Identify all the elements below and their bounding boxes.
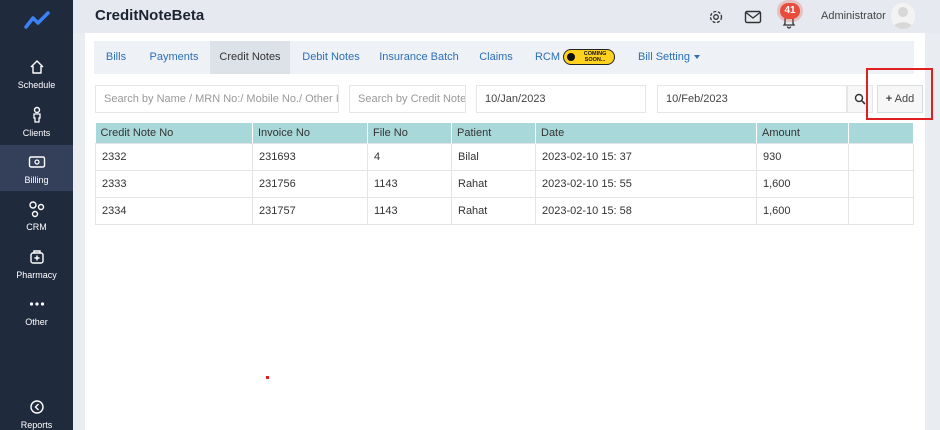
table-cell: [848, 169, 914, 198]
tab-bar: Bills Payments Credit Notes Debit Notes …: [94, 41, 914, 74]
sidebar-item-clients[interactable]: Clients: [0, 98, 73, 144]
coming-soon-line2: SOON...: [584, 57, 606, 64]
table-row[interactable]: 2332 231693 4 Bilal 2023-02-10 15: 37 93…: [95, 142, 914, 171]
settings-gear-icon[interactable]: [706, 7, 726, 27]
mail-icon[interactable]: [743, 7, 763, 27]
table-row[interactable]: 2334 231757 1143 Rahat 2023-02-10 15: 58…: [95, 196, 914, 225]
notifications-button[interactable]: 41: [773, 2, 805, 32]
more-icon: [29, 294, 45, 314]
table-cell: 4: [367, 142, 452, 171]
sidebar-item-label: CRM: [26, 221, 47, 232]
table-cell: Rahat: [451, 196, 536, 225]
tab-bill-setting[interactable]: Bill Setting: [634, 41, 704, 74]
sidebar-item-billing[interactable]: Billing: [0, 145, 73, 191]
table-cell: 2023-02-10 15: 55: [535, 169, 757, 198]
column-header[interactable]: Date: [535, 123, 757, 143]
table-row[interactable]: 2333 231756 1143 Rahat 2023-02-10 15: 55…: [95, 169, 914, 198]
column-header[interactable]: Invoice No: [252, 123, 368, 143]
sidebar-item-label: Schedule: [17, 79, 56, 90]
top-header: CreditNoteBeta 41 Administrator: [73, 0, 940, 33]
table-cell: [848, 196, 914, 225]
home-icon: [29, 57, 45, 77]
table-header-row: Credit Note No Invoice No File No Patien…: [95, 123, 914, 143]
table-cell: 1,600: [756, 196, 849, 225]
megaphone-icon: [567, 53, 576, 62]
table-cell: Bilal: [451, 142, 536, 171]
column-header[interactable]: Amount: [756, 123, 849, 143]
stray-mark: [266, 376, 269, 379]
sidebar-item-pharmacy[interactable]: Pharmacy: [0, 240, 73, 286]
table-cell: 2332: [95, 142, 253, 171]
crm-icon: [28, 199, 46, 219]
reports-icon: [29, 397, 45, 417]
sidebar-item-label: Billing: [24, 174, 49, 185]
to-date-field[interactable]: 10/Feb/2023: [657, 85, 847, 113]
search-icon: [854, 93, 866, 105]
column-header[interactable]: File No: [367, 123, 452, 143]
table-cell: 1,600: [756, 169, 849, 198]
table-cell: 1143: [367, 196, 452, 225]
person-icon: [29, 105, 45, 125]
billing-icon: [28, 152, 46, 172]
table-cell: 1143: [367, 169, 452, 198]
sidebar-item-label: Other: [25, 316, 48, 327]
annotation-highlight-box: [866, 68, 933, 120]
column-header[interactable]: Credit Note No: [95, 123, 253, 143]
from-date-field[interactable]: 10/Jan/2023: [476, 85, 646, 113]
avatar[interactable]: [891, 3, 915, 29]
sidebar: Schedule Clients Billing CRM Pharmacy Ot…: [0, 0, 73, 430]
page-title: CreditNoteBeta: [95, 7, 205, 24]
notification-badge: 41: [780, 3, 800, 19]
column-header[interactable]: Patient: [451, 123, 536, 143]
credit-note-search-input[interactable]: Search by Credit Note: [349, 85, 466, 113]
sidebar-item-label: Clients: [22, 127, 51, 138]
table-cell: 2333: [95, 169, 253, 198]
main-content: Bills Payments Credit Notes Debit Notes …: [85, 33, 933, 430]
sidebar-item-schedule[interactable]: Schedule: [0, 50, 73, 96]
tab-claims[interactable]: Claims: [474, 41, 518, 74]
table-cell: 231757: [252, 196, 368, 225]
sidebar-item-reports[interactable]: Reports: [0, 390, 73, 430]
table-cell: 930: [756, 142, 849, 171]
table-cell: 2334: [95, 196, 253, 225]
table-cell: 231756: [252, 169, 368, 198]
tab-debit-notes[interactable]: Debit Notes: [296, 41, 366, 74]
tab-insurance-batch[interactable]: Insurance Batch: [376, 41, 462, 74]
tab-bill-setting-label: Bill Setting: [638, 51, 690, 63]
tab-rcm-label: RCM: [534, 51, 560, 63]
column-header: [848, 123, 914, 143]
tab-payments[interactable]: Payments: [144, 41, 204, 74]
chevron-down-icon: [693, 55, 700, 60]
tab-rcm[interactable]: RCM COMING SOON...: [530, 41, 620, 74]
app-logo[interactable]: [0, 0, 73, 40]
tab-credit-notes[interactable]: Credit Notes: [210, 41, 290, 74]
pharmacy-icon: [29, 247, 45, 267]
table-cell: 2023-02-10 15: 58: [535, 196, 757, 225]
sidebar-item-other[interactable]: Other: [0, 287, 73, 333]
tab-bills[interactable]: Bills: [97, 41, 135, 74]
sidebar-item-label: Pharmacy: [16, 269, 57, 280]
patient-search-input[interactable]: Search by Name / MRN No:/ Mobile No./ Ot…: [95, 85, 339, 113]
credit-notes-table: Credit Note No Invoice No File No Patien…: [95, 123, 914, 225]
table-cell: [848, 142, 914, 171]
table-cell: 2023-02-10 15: 37: [535, 142, 757, 171]
user-name[interactable]: Administrator: [821, 10, 886, 22]
coming-soon-badge: COMING SOON...: [563, 49, 616, 66]
sidebar-item-label: Reports: [20, 419, 53, 430]
table-cell: Rahat: [451, 169, 536, 198]
sidebar-item-crm[interactable]: CRM: [0, 192, 73, 238]
table-cell: 231693: [252, 142, 368, 171]
